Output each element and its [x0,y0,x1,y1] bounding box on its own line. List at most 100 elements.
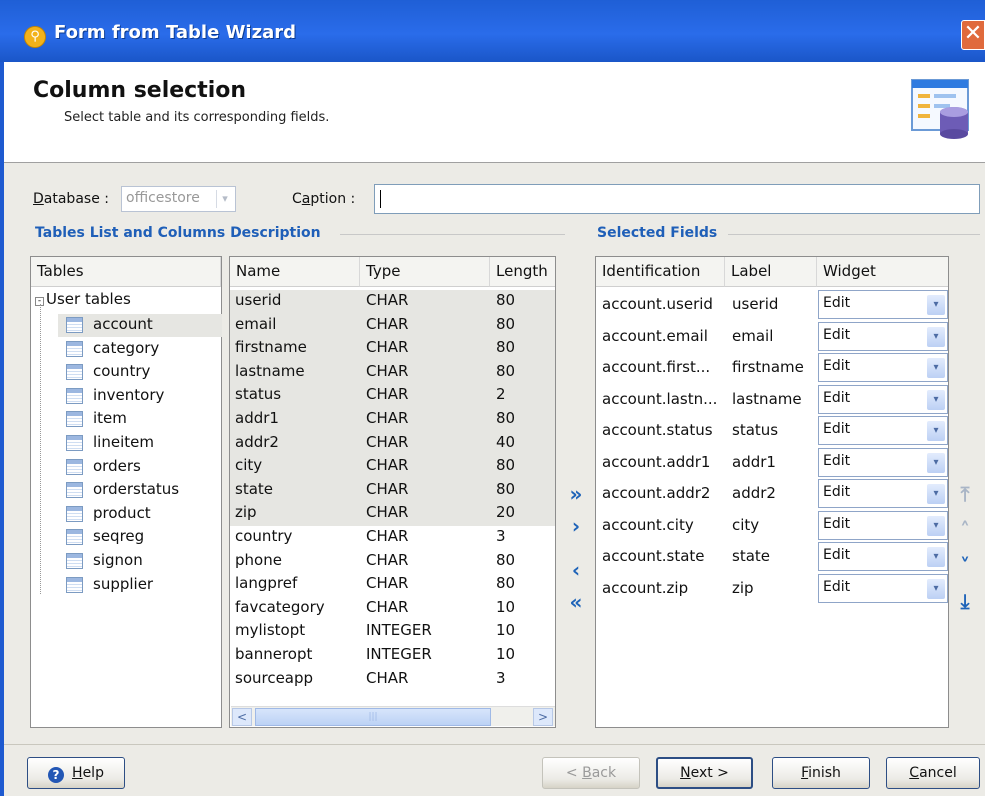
tree-item-orders[interactable]: orders [66,456,216,479]
finish-button[interactable]: Finish [772,757,870,789]
tree-item-signon[interactable]: signon [66,550,216,573]
selected-field-row[interactable]: account.status status Edit ▾ [597,414,948,445]
selected-field-row[interactable]: account.city city Edit ▾ [597,509,948,540]
table-row[interactable]: mylistopt INTEGER 10 [230,620,555,644]
table-row[interactable]: phone CHAR 80 [230,550,555,574]
add-button[interactable]: › [566,516,586,536]
cell-label[interactable]: state [732,547,770,565]
cell-label[interactable]: zip [732,579,754,597]
table-row[interactable]: firstname CHAR 80 [230,337,555,361]
selected-field-row[interactable]: account.userid userid Edit ▾ [597,288,948,319]
selected-field-row[interactable]: account.zip zip Edit ▾ [597,572,948,603]
widget-select[interactable]: Edit ▾ [818,384,948,414]
selected-field-row[interactable]: account.addr1 addr1 Edit ▾ [597,446,948,477]
table-row[interactable]: state CHAR 80 [230,478,555,503]
table-row[interactable]: addr2 CHAR 40 [230,431,555,456]
scroll-left-button[interactable]: < [232,708,252,726]
selected-field-row[interactable]: account.first... firstname Edit ▾ [597,351,948,382]
widget-select[interactable]: Edit ▾ [818,542,948,571]
widget-value: Edit [823,484,851,500]
widget-select[interactable]: Edit ▾ [818,510,948,540]
cell-label[interactable]: lastname [732,390,802,408]
tree-item-country[interactable]: country [66,361,216,384]
chevron-down-icon[interactable]: ▾ [927,578,945,599]
chevron-down-icon[interactable]: ▾ [927,326,945,347]
tables-tree[interactable]: Tables - User tables account category countr… [30,256,222,728]
chevron-down-icon[interactable]: ▾ [927,452,945,473]
move-bottom-icon[interactable]: ⤓ [953,590,977,612]
remove-button[interactable]: ‹ [566,560,586,580]
cell-type: CHAR [366,432,409,451]
selected-field-row[interactable]: account.state state Edit ▾ [597,540,948,571]
cell-type: CHAR [366,574,409,593]
cell-label[interactable]: status [732,421,778,439]
table-row[interactable]: country CHAR 3 [230,526,555,550]
selected-fields-table[interactable]: Identification Label Widget account.user… [595,256,949,728]
tree-item-supplier[interactable]: supplier [66,574,216,597]
caption-input[interactable] [374,184,980,214]
table-row[interactable]: zip CHAR 20 [230,502,555,526]
tree-item-orderstatus[interactable]: orderstatus [66,479,216,502]
widget-select[interactable]: Edit ▾ [818,321,948,351]
cell-label[interactable]: email [732,327,773,345]
tables-group-title: Tables List and Columns Description [35,225,321,241]
add-all-button[interactable]: » [566,484,586,504]
tree-item-lineitem[interactable]: lineitem [66,432,216,455]
selected-field-row[interactable]: account.addr2 addr2 Edit ▾ [597,477,948,508]
widget-select[interactable]: Edit ▾ [818,573,948,603]
table-icon [66,340,83,357]
cell-label[interactable]: addr1 [732,453,776,471]
widget-select[interactable]: Edit ▾ [818,447,948,477]
table-row[interactable]: addr1 CHAR 80 [230,408,555,432]
table-row[interactable]: status CHAR 2 [230,384,555,408]
table-row[interactable]: sourceapp CHAR 3 [230,668,555,692]
remove-all-button[interactable]: « [566,592,586,612]
cell-label[interactable]: firstname [732,358,804,376]
tree-item-account[interactable]: account [66,314,216,337]
table-row[interactable]: lastname CHAR 80 [230,360,555,385]
move-up-icon[interactable]: ˄ [953,519,977,541]
widget-select[interactable]: Edit ▾ [818,479,948,508]
back-button[interactable]: < Back [542,757,640,789]
widget-select[interactable]: Edit ▾ [818,290,948,319]
cell-label[interactable]: addr2 [732,484,776,502]
database-select[interactable]: officestore ▾ [121,186,236,212]
selected-field-row[interactable]: account.email email Edit ▾ [597,320,948,351]
table-row[interactable]: banneropt INTEGER 10 [230,644,555,668]
tree-item-inventory[interactable]: inventory [66,385,216,408]
cell-length: 10 [496,597,516,616]
table-icon [66,364,83,381]
cell-label[interactable]: userid [732,295,778,313]
columns-table[interactable]: Name Type Length userid CHAR 80 email CHAR 80… [229,256,556,728]
chevron-down-icon[interactable]: ▾ [927,295,945,315]
scroll-thumb[interactable]: ||| [255,708,491,726]
chevron-down-icon[interactable]: ▾ [927,358,945,378]
cell-label[interactable]: city [732,516,759,534]
cancel-button[interactable]: Cancel [886,757,980,789]
chevron-down-icon[interactable]: ▾ [927,389,945,410]
move-top-icon[interactable]: ⤒ [953,483,977,505]
move-down-icon[interactable]: ˅ [953,555,977,577]
help-button[interactable]: ? Help [27,757,125,789]
horizontal-scrollbar[interactable]: < ||| > [231,706,555,726]
tree-item-product[interactable]: product [66,503,216,526]
tree-item-seqreg[interactable]: seqreg [66,526,216,549]
table-row[interactable]: userid CHAR 80 [230,290,555,314]
close-button[interactable]: ✕ [961,20,985,50]
chevron-down-icon[interactable]: ▾ [927,515,945,536]
table-row[interactable]: favcategory CHAR 10 [230,597,555,621]
table-row[interactable]: city CHAR 80 [230,455,555,479]
tree-root-user-tables[interactable]: - User tables [35,290,131,313]
scroll-right-button[interactable]: > [533,708,553,726]
next-button[interactable]: Next > [656,757,753,789]
chevron-down-icon[interactable]: ▾ [927,484,945,504]
chevron-down-icon[interactable]: ▾ [927,421,945,441]
selected-field-row[interactable]: account.lastn... lastname Edit ▾ [597,383,948,414]
widget-select[interactable]: Edit ▾ [818,353,948,382]
tree-item-category[interactable]: category [66,338,216,361]
table-row[interactable]: langpref CHAR 80 [230,573,555,597]
tree-item-item[interactable]: item [66,408,216,431]
chevron-down-icon[interactable]: ▾ [927,547,945,567]
table-row[interactable]: email CHAR 80 [230,313,555,338]
widget-select[interactable]: Edit ▾ [818,416,948,445]
